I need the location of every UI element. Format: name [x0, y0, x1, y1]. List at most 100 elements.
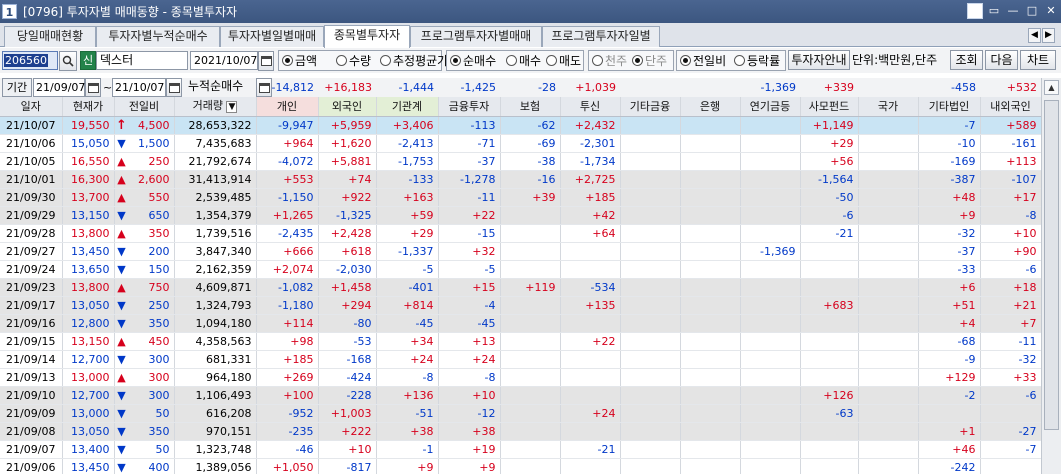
tab-program-investor[interactable]: 프로그램투자자별매매 [410, 26, 542, 47]
cell-trust: +22 [560, 332, 621, 351]
period-to-calendar-icon[interactable] [166, 78, 182, 97]
table-row[interactable]: 21/09/09 13,000 ▼ 50 616,208 -952 +1,003 -51 -12… [0, 404, 1042, 423]
cell-bank [680, 458, 741, 474]
table-row[interactable]: 21/09/24 13,650 ▼ 150 2,162,359 +2,074 -2,030-… [0, 260, 1042, 279]
cell-inst: +38 [376, 422, 439, 441]
col-insurance[interactable]: 보험 [500, 97, 561, 117]
cell-trust [560, 242, 621, 261]
cell-df [980, 458, 1042, 474]
radio-change-rate[interactable]: 등락률 [734, 51, 780, 70]
cell-for: +222 [318, 422, 377, 441]
cell-change: ▼ 150 [114, 260, 175, 279]
maximize-icon[interactable]: □ [1024, 3, 1040, 19]
scroll-up-icon[interactable]: ▲ [1044, 80, 1059, 95]
cell-df: +10 [980, 224, 1042, 243]
query-button[interactable]: 조회 [950, 50, 983, 70]
table-row[interactable]: 21/10/06 15,050 ▼ 1,500 7,435,683 +964 +1,620-… [0, 134, 1042, 153]
col-foreign[interactable]: 외국인 [318, 97, 377, 117]
radio-single-shares[interactable]: 단주 [632, 51, 667, 70]
col-domestic-foreign[interactable]: 내외국인 [980, 97, 1042, 117]
cell-nat [858, 296, 919, 315]
tab-investor-cumulative[interactable]: 투자자별누적순매수 [96, 26, 220, 47]
date-input[interactable]: 2021/10/07 [190, 51, 258, 70]
period-from-input[interactable]: 21/09/07 [33, 78, 85, 97]
cell-ocorp: +48 [918, 188, 981, 207]
down-triangle-icon: ▼ [117, 443, 126, 456]
radio-net-buy[interactable]: 순매수 [450, 51, 496, 70]
cell-date: 21/09/14 [0, 350, 63, 369]
next-button[interactable]: 다음 [985, 50, 1018, 70]
stock-name-field[interactable]: 덱스터 [96, 51, 188, 70]
radio-avg-price[interactable]: 추정평균가 [380, 51, 448, 70]
cell-df: -8 [980, 206, 1042, 225]
period-from-calendar-icon[interactable] [85, 78, 101, 97]
table-row[interactable]: 21/09/23 13,800 ▲ 750 4,609,871 -1,082 +1,458-… [0, 278, 1042, 297]
cell-volume: 1,354,379 [174, 206, 257, 225]
tab-scroll-left-icon[interactable]: ◀ [1028, 28, 1041, 43]
col-date[interactable]: 일자 [0, 97, 63, 117]
cell-pen [740, 152, 801, 171]
tab-investor-daily[interactable]: 투자자별일별매매 [220, 26, 324, 47]
cell-pf [800, 422, 859, 441]
vertical-scrollbar[interactable]: ▲ [1041, 78, 1061, 474]
radio-prev-day[interactable]: 전일비 [680, 51, 726, 70]
table-row[interactable]: 21/09/28 13,800 ▲ 350 1,739,516 -2,435 +2,428 +… [0, 224, 1042, 243]
table-row[interactable]: 21/09/30 13,700 ▲ 550 2,539,485 -1,150 +922 +16… [0, 188, 1042, 207]
radio-sell[interactable]: 매도 [546, 51, 581, 70]
tab-daily-trading[interactable]: 당일매매현황 [4, 26, 96, 47]
col-trust[interactable]: 투신 [560, 97, 621, 117]
cell-fin: -37 [438, 152, 501, 171]
col-financial[interactable]: 금융투자 [438, 97, 501, 117]
cell-for: +1,620 [318, 134, 377, 153]
memo-icon[interactable]: m [967, 3, 983, 19]
tab-scroll-right-icon[interactable]: ▶ [1042, 28, 1055, 43]
col-bank[interactable]: 은행 [680, 97, 741, 117]
col-price[interactable]: 현재가 [62, 97, 115, 117]
table-row[interactable]: 21/10/01 16,300 ▲ 2,600 31,413,914 +553 +74 -13… [0, 170, 1042, 189]
investor-guide-button[interactable]: 투자자안내 [788, 50, 850, 70]
radio-amount[interactable]: 금액 [282, 51, 317, 70]
tab-program-daily[interactable]: 프로그램투자자일별 [542, 26, 660, 47]
table-row[interactable]: 21/09/07 13,400 ▼ 50 1,323,748 -46 +10 -1 +19 -21… [0, 440, 1042, 459]
restore-icon[interactable]: ▭ [986, 3, 1002, 19]
minimize-icon[interactable]: — [1005, 3, 1021, 19]
table-row[interactable]: 21/09/29 13,150 ▼ 650 1,354,379 +1,265 -1,325 +… [0, 206, 1042, 225]
radio-buy[interactable]: 매수 [506, 51, 541, 70]
col-institution[interactable]: 기관계 [376, 97, 439, 117]
scroll-thumb[interactable] [1044, 100, 1059, 430]
table-row[interactable]: 21/09/17 13,050 ▼ 250 1,324,793 -1,180 +294 +81… [0, 296, 1042, 315]
cell-volume: 970,151 [174, 422, 257, 441]
table-row[interactable]: 21/10/07 19,550 ↑ 4,500 28,653,322 -9,947 +5,9… [0, 116, 1042, 135]
period-to-input[interactable]: 21/10/07 [112, 78, 166, 97]
col-pension[interactable]: 연기금등 [740, 97, 801, 117]
cell-nat [858, 332, 919, 351]
chart-button[interactable]: 차트 [1020, 50, 1056, 70]
table-row[interactable]: 21/09/10 12,700 ▼ 300 1,106,493 +100 -228 +136 +… [0, 386, 1042, 405]
radio-quantity[interactable]: 수량 [336, 51, 371, 70]
cell-inst: +136 [376, 386, 439, 405]
col-individual[interactable]: 개인 [256, 97, 319, 117]
search-button[interactable] [59, 51, 77, 71]
col-change[interactable]: 전일비 [114, 97, 175, 117]
cell-for: +1,458 [318, 278, 377, 297]
radio-thousand-shares[interactable]: 천주 [592, 51, 627, 70]
calendar-icon[interactable] [258, 51, 274, 71]
table-row[interactable]: 21/09/15 13,150 ▲ 450 4,358,563 +98 -53 +34 +13 +… [0, 332, 1042, 351]
table-row[interactable]: 21/09/27 13,450 ▼ 200 3,847,340 +666 +618 -1,33… [0, 242, 1042, 261]
cell-pen [740, 458, 801, 474]
col-nation[interactable]: 국가 [858, 97, 919, 117]
cell-price: 13,000 [62, 404, 115, 423]
col-other-fin[interactable]: 기타금융 [620, 97, 681, 117]
table-row[interactable]: 21/09/13 13,000 ▲ 300 964,180 +269 -424 -8 -8 +12… [0, 368, 1042, 387]
table-row[interactable]: 21/09/16 12,800 ▼ 350 1,094,180 +114 -80 -45 -45… [0, 314, 1042, 333]
table-row[interactable]: 21/10/05 16,550 ▲ 250 21,792,674 -4,072 +5,881… [0, 152, 1042, 171]
tab-stock-investor[interactable]: 종목별투자자 [324, 25, 410, 48]
table-row[interactable]: 21/09/14 12,700 ▼ 300 681,331 +185 -168 +24 +24-… [0, 350, 1042, 369]
table-row[interactable]: 21/09/06 13,450 ▼ 400 1,389,056 +1,050 -817 +9 +… [0, 458, 1042, 474]
close-icon[interactable]: ✕ [1043, 3, 1059, 19]
col-other-corp[interactable]: 기타법인 [918, 97, 981, 117]
table-row[interactable]: 21/09/08 13,050 ▼ 350 970,151 -235 +222 +38 +38 +… [0, 422, 1042, 441]
col-volume[interactable]: 거래량 ▼ [174, 97, 257, 117]
col-private-fund[interactable]: 사모펀드 [800, 97, 859, 117]
stock-code-input[interactable]: 206560 [2, 51, 58, 70]
